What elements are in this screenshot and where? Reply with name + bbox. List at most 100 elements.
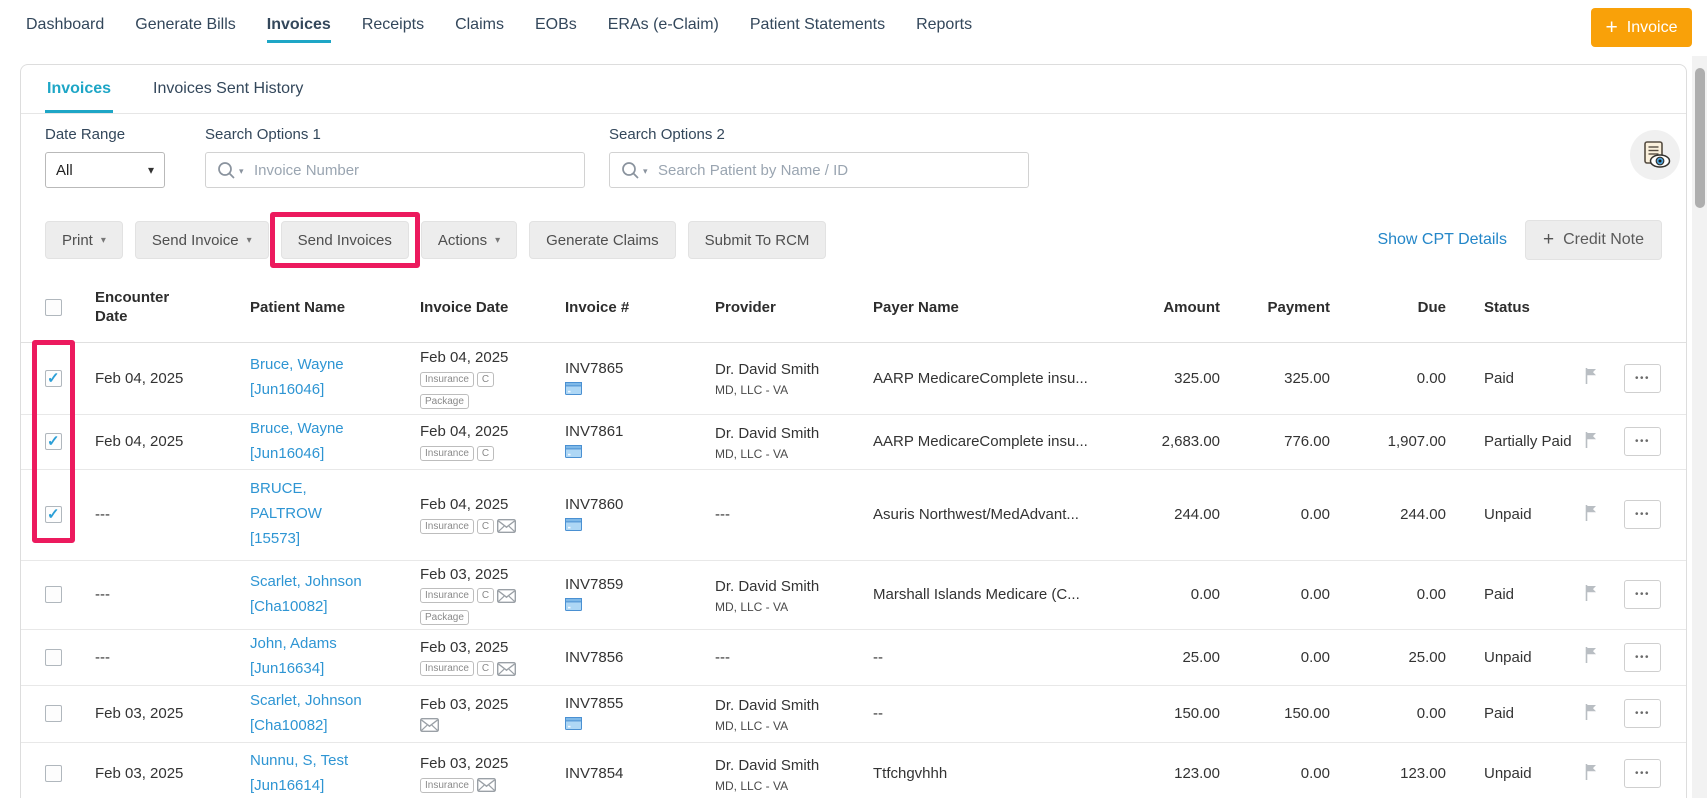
flag-icon[interactable] <box>1584 367 1598 389</box>
c-badge: C <box>476 518 495 534</box>
row-checkbox[interactable] <box>45 705 62 722</box>
row-checkbox[interactable]: ✓ <box>45 369 62 387</box>
vertical-scrollbar-track[interactable] <box>1692 56 1707 798</box>
nav-item-dashboard[interactable]: Dashboard <box>26 0 104 43</box>
payment-card-icon <box>564 444 583 459</box>
patient-link[interactable]: Nunnu, S, Test [Jun16614] <box>250 749 348 798</box>
nav-item-patient-statements[interactable]: Patient Statements <box>750 0 885 43</box>
print-label: Print <box>62 231 93 249</box>
ellipsis-icon: ••• <box>1634 589 1650 600</box>
envelope-icon <box>476 778 496 793</box>
header-amount: Amount <box>1099 274 1224 343</box>
nav-item-claims[interactable]: Claims <box>455 0 504 43</box>
date-range-select[interactable]: All ▾ <box>45 152 165 188</box>
nav-item-invoices[interactable]: Invoices <box>266 0 331 43</box>
c-badge: C <box>476 371 495 387</box>
document-eye-icon <box>1643 141 1670 168</box>
table-row: --- Scarlet, Johnson [Cha10082] Feb 03, 2… <box>21 560 1686 630</box>
encounter-date: --- <box>81 560 236 630</box>
provider-sub: MD, LLC - VA <box>715 718 789 733</box>
row-actions-button[interactable]: ••• <box>1624 427 1661 456</box>
new-invoice-label: Invoice <box>1626 18 1678 36</box>
nav-item-eras[interactable]: ERAs (e-Claim) <box>608 0 719 43</box>
row-actions-button[interactable]: ••• <box>1624 363 1661 393</box>
encounter-date: --- <box>81 629 236 686</box>
vertical-scrollbar-thumb[interactable] <box>1695 68 1705 208</box>
insurance-badge: Insurance <box>420 445 474 461</box>
toolbar: Print ▾ Send Invoice ▾ Send Invoices Act… <box>21 204 1686 274</box>
encounter-date: Feb 04, 2025 <box>81 414 236 470</box>
credit-note-button[interactable]: + Credit Note <box>1524 220 1662 260</box>
row-actions-button[interactable]: ••• <box>1624 580 1661 609</box>
invoice-number-input[interactable] <box>254 153 576 187</box>
encounter-date: Feb 03, 2025 <box>81 685 236 743</box>
flag-icon[interactable] <box>1584 762 1598 785</box>
patient-search-input[interactable] <box>658 153 1020 187</box>
ellipsis-icon: ••• <box>1634 436 1650 447</box>
row-checkbox[interactable]: ✓ <box>45 506 62 523</box>
send-invoice-button[interactable]: Send Invoice ▾ <box>134 221 269 259</box>
status: Paid <box>1464 560 1584 630</box>
flag-icon[interactable] <box>1584 702 1598 725</box>
patient-link[interactable]: BRUCE, PALTROW [15573] <box>250 477 376 551</box>
row-actions-button[interactable]: ••• <box>1624 759 1661 788</box>
nav-item-receipts[interactable]: Receipts <box>362 0 424 43</box>
package-badge: Package <box>420 393 469 409</box>
chevron-down-icon: ▾ <box>246 234 252 246</box>
due: 123.00 <box>1334 742 1464 798</box>
row-checkbox[interactable] <box>45 765 62 782</box>
flag-icon[interactable] <box>1584 503 1598 526</box>
invoice-number-searchbox: ▾ <box>205 152 585 188</box>
row-actions-button[interactable]: ••• <box>1624 699 1661 728</box>
search-icon <box>622 162 639 179</box>
nav-item-generate-bills[interactable]: Generate Bills <box>135 0 236 43</box>
send-invoices-button[interactable]: Send Invoices <box>280 221 409 259</box>
show-cpt-details-link[interactable]: Show CPT Details <box>1377 231 1507 249</box>
generate-claims-button[interactable]: Generate Claims <box>529 221 676 259</box>
search-options-1-label: Search Options 1 <box>205 126 321 143</box>
row-actions-button[interactable]: ••• <box>1624 642 1661 672</box>
search-icon <box>218 162 235 179</box>
encounter-date: --- <box>81 469 236 561</box>
new-invoice-button[interactable]: + Invoice <box>1591 8 1692 47</box>
tab-invoices[interactable]: Invoices <box>45 65 114 113</box>
payment: 0.00 <box>1224 629 1334 686</box>
check-icon: ✓ <box>47 433 60 450</box>
print-button[interactable]: Print ▾ <box>45 221 123 259</box>
flag-icon[interactable] <box>1584 430 1598 453</box>
insurance-badge: Insurance <box>420 518 474 534</box>
payer-name: Asuris Northwest/MedAdvant... <box>859 469 1099 561</box>
select-all-checkbox[interactable] <box>45 299 62 317</box>
flag-icon[interactable] <box>1584 646 1598 668</box>
invoice-date: Feb 03, 2025 <box>420 695 509 713</box>
due: 0.00 <box>1334 560 1464 630</box>
encounter-date: Feb 03, 2025 <box>81 742 236 798</box>
envelope-icon <box>420 718 439 733</box>
patient-link[interactable]: Bruce, Wayne [Jun16046] <box>250 417 344 467</box>
nav-item-eobs[interactable]: EOBs <box>535 0 577 43</box>
invoice-audit-log-button[interactable] <box>1630 130 1680 180</box>
top-nav: Dashboard Generate Bills Invoices Receip… <box>0 0 1707 56</box>
nav-item-reports[interactable]: Reports <box>916 0 972 43</box>
envelope-icon <box>497 661 517 676</box>
row-checkbox[interactable] <box>45 586 62 603</box>
generate-claims-label: Generate Claims <box>546 231 659 249</box>
row-actions-button[interactable]: ••• <box>1624 500 1661 529</box>
actions-button[interactable]: Actions ▾ <box>420 221 518 259</box>
envelope-icon <box>497 588 517 603</box>
patient-link[interactable]: Scarlet, Johnson [Cha10082] <box>250 689 362 739</box>
header-status: Status <box>1464 274 1584 343</box>
tab-invoices-sent-history[interactable]: Invoices Sent History <box>151 65 305 113</box>
patient-link[interactable]: Bruce, Wayne [Jun16046] <box>250 353 344 403</box>
ellipsis-icon: ••• <box>1634 372 1650 384</box>
row-checkbox[interactable]: ✓ <box>45 433 62 450</box>
chevron-down-icon: ▾ <box>100 234 106 246</box>
check-icon: ✓ <box>47 506 60 523</box>
patient-link[interactable]: Scarlet, Johnson [Cha10082] <box>250 570 362 620</box>
submit-to-rcm-button[interactable]: Submit To RCM <box>687 221 827 259</box>
patient-link[interactable]: John, Adams [Jun16634] <box>250 632 337 682</box>
row-checkbox[interactable] <box>45 648 62 666</box>
invoice-date: Feb 03, 2025 <box>420 755 509 773</box>
flag-icon[interactable] <box>1584 583 1598 606</box>
amount: 25.00 <box>1099 629 1224 686</box>
